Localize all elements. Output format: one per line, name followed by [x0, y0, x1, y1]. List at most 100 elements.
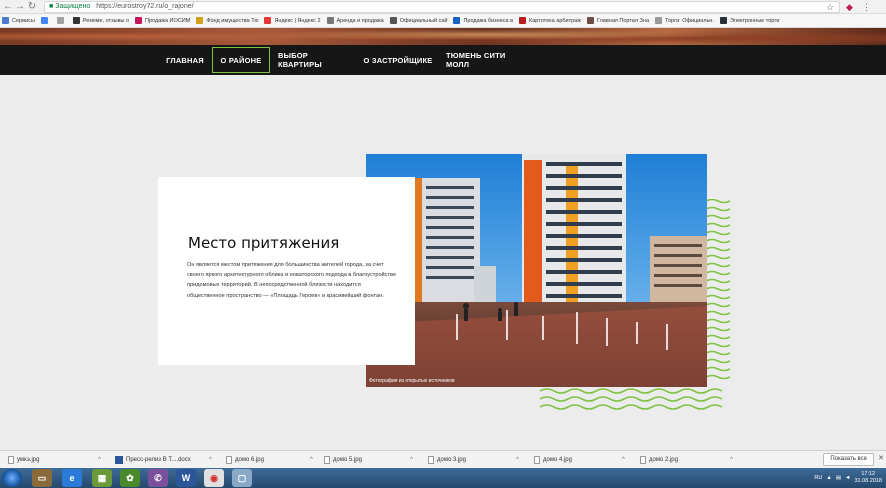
- bookmark-label: Продажа ИОСИМ: [145, 17, 191, 24]
- bookmark-favicon-icon: [326, 17, 334, 24]
- archive-icon[interactable]: ▦: [92, 469, 112, 487]
- word-app-icon[interactable]: W: [176, 469, 196, 487]
- bookmark-item[interactable]: Продажа ИОСИМ: [135, 17, 190, 24]
- tray-arrow-icon[interactable]: ▲: [826, 475, 831, 481]
- download-item[interactable]: умкэ.jpg ^: [8, 453, 101, 467]
- bookmark-favicon-icon: [519, 17, 527, 24]
- bookmark-item[interactable]: Фонд имущества Тю: [196, 17, 258, 24]
- volume-icon[interactable]: ◄: [845, 475, 850, 481]
- bookmark-label: Аренда и продажа: [336, 17, 384, 24]
- app-icon[interactable]: ✿: [120, 469, 140, 487]
- bookmark-item[interactable]: [40, 17, 51, 24]
- bookmark-item[interactable]: Торги: Официальн.: [655, 17, 714, 24]
- star-icon[interactable]: ☆: [826, 1, 834, 13]
- internet-explorer-icon[interactable]: e: [62, 469, 82, 487]
- system-tray: RU ▲ ▤ ◄ 17:12 31.08.2018: [814, 468, 886, 488]
- bookmark-favicon-icon: [135, 17, 143, 24]
- bookmark-favicon-icon: [2, 17, 9, 24]
- bookmark-label: Главная Портал Зна: [596, 17, 650, 24]
- download-item[interactable]: домо 6.jpg ^: [226, 453, 313, 467]
- download-item[interactable]: домо 2.jpg ^: [640, 453, 733, 467]
- extension-icon[interactable]: ◆: [846, 1, 853, 13]
- file-icon: [8, 456, 14, 464]
- chevron-up-icon[interactable]: ^: [410, 457, 413, 463]
- lock-icon: ■: [49, 3, 54, 10]
- bookmark-favicon-icon: [72, 17, 80, 24]
- forward-arrow-icon[interactable]: →: [14, 1, 26, 13]
- bookmark-item[interactable]: Официальный сай: [389, 17, 448, 24]
- back-arrow-icon[interactable]: ←: [2, 1, 14, 13]
- file-icon: [428, 456, 434, 464]
- bookmark-favicon-icon: [56, 17, 64, 24]
- windows-taskbar: ▭ e ▦ ✿ ✆ W ◉ ▢ RU ▲ ▤ ◄ 17:12 31.08.201…: [0, 468, 886, 488]
- bookmark-item[interactable]: [56, 17, 67, 24]
- download-item[interactable]: домо 3.jpg ^: [428, 453, 519, 467]
- bookmark-label: Резюме, отзывы о: [82, 17, 130, 24]
- info-card: Место притяжения Он является местом прит…: [158, 177, 415, 365]
- bookmark-label: Картотека арбитраж: [529, 17, 581, 24]
- explorer-icon[interactable]: ▭: [32, 469, 52, 487]
- hero-banner: [0, 28, 886, 45]
- bookmark-label: Яндекс | Яндекс 2: [274, 17, 321, 24]
- url-text: https://eurostroy72.ru/o_rajone/: [96, 3, 194, 10]
- bookmark-label: Электронные торги: [730, 17, 780, 24]
- bookmark-label: Торги: Официальн.: [665, 17, 714, 24]
- chevron-up-icon[interactable]: ^: [98, 457, 101, 463]
- bookmark-favicon-icon: [264, 17, 272, 24]
- bookmark-favicon-icon: [586, 17, 594, 24]
- bookmark-item[interactable]: Сервисы: [2, 17, 35, 24]
- nav-item-home[interactable]: ГЛАВНАЯ: [163, 47, 207, 73]
- chrome-icon[interactable]: ◉: [204, 469, 224, 487]
- chevron-up-icon[interactable]: ^: [516, 457, 519, 463]
- reload-icon[interactable]: ↻: [26, 1, 38, 13]
- viber-icon[interactable]: ✆: [148, 469, 168, 487]
- close-icon[interactable]: ✕: [878, 454, 884, 462]
- browser-toolbar: ← → ↻ ■ Защищено https://eurostroy72.ru/…: [0, 0, 886, 14]
- window-icon[interactable]: ▢: [232, 469, 252, 487]
- network-icon[interactable]: ▤: [836, 475, 841, 481]
- chevron-up-icon[interactable]: ^: [209, 457, 212, 463]
- bookmark-item[interactable]: Электронные торги: [720, 17, 779, 24]
- download-item[interactable]: домо 5.jpg ^: [324, 453, 413, 467]
- bookmark-favicon-icon: [453, 17, 461, 24]
- chevron-up-icon[interactable]: ^: [730, 457, 733, 463]
- bookmark-favicon-icon: [389, 17, 397, 24]
- show-all-downloads-button[interactable]: Показать все: [823, 453, 874, 466]
- bookmark-item[interactable]: Картотека арбитраж: [519, 17, 581, 24]
- bookmark-label: Продажа бизнеса в: [463, 17, 514, 24]
- section-description: Он является местом притяжения для больши…: [187, 262, 397, 299]
- chevron-up-icon[interactable]: ^: [622, 457, 625, 463]
- bookmark-item[interactable]: Резюме, отзывы о: [72, 17, 130, 24]
- bookmark-favicon-icon: [40, 17, 48, 24]
- nav-item-about-area[interactable]: О РАЙОНЕ: [212, 47, 270, 73]
- address-bar[interactable]: ■ Защищено https://eurostroy72.ru/o_rajo…: [44, 1, 840, 13]
- photo-caption: Фотография из открытых источников: [369, 378, 455, 384]
- file-icon: [226, 456, 232, 464]
- start-button[interactable]: [2, 469, 22, 487]
- district-photo: [366, 154, 707, 387]
- clock[interactable]: 17:12 31.08.2018: [854, 471, 882, 485]
- file-icon: [324, 456, 330, 464]
- bookmark-item[interactable]: Аренда и продажа: [326, 17, 384, 24]
- section-title: Место притяжения: [188, 234, 340, 252]
- file-icon: [640, 456, 646, 464]
- nav-item-tyumen-city-mall[interactable]: ТЮМЕНЬ СИТИ МОЛЛ: [446, 47, 528, 73]
- bookmark-item[interactable]: Главная Портал Зна: [586, 17, 650, 24]
- word-icon: [115, 456, 123, 464]
- bookmark-label: Фонд имущества Тю: [206, 17, 259, 24]
- bookmark-item[interactable]: Продажа бизнеса в: [453, 17, 513, 24]
- language-indicator[interactable]: RU: [814, 475, 822, 481]
- chevron-up-icon[interactable]: ^: [310, 457, 313, 463]
- bookmark-favicon-icon: [196, 17, 204, 24]
- bookmark-label: Сервисы: [12, 17, 35, 24]
- bookmarks-bar: Сервисы Резюме, отзывы о Продажа ИОСИМ Фонд…: [0, 14, 886, 28]
- bookmark-label: Официальный сай: [399, 17, 448, 24]
- bookmark-item[interactable]: Яндекс | Яндекс 2: [264, 17, 321, 24]
- download-item[interactable]: Пресс-релиз В Т....docx ^: [115, 453, 212, 467]
- nav-item-choose-apartment[interactable]: ВЫБОР КВАРТИРЫ: [278, 47, 350, 73]
- download-item[interactable]: домо 4.jpg ^: [534, 453, 625, 467]
- menu-icon[interactable]: ⋮: [862, 1, 871, 13]
- secure-label: Защищено: [55, 3, 91, 10]
- site-navigation: ГЛАВНАЯ О РАЙОНЕ ВЫБОР КВАРТИРЫ О ЗАСТРО…: [0, 45, 886, 75]
- nav-item-about-developer[interactable]: О ЗАСТРОЙЩИКЕ: [360, 47, 436, 73]
